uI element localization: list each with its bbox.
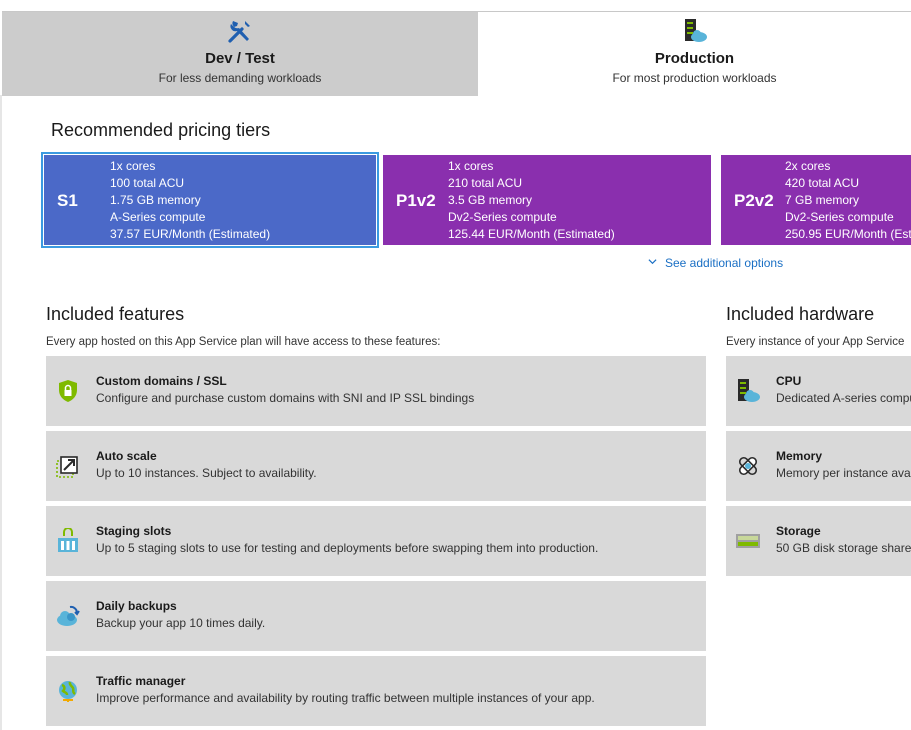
tier-name: P2v2 <box>734 191 774 210</box>
included-hardware-title: Included hardware <box>726 304 875 324</box>
cloud-backup-icon <box>57 605 80 626</box>
tab-dev-test-title: Dev / Test <box>205 50 275 67</box>
tier-spec-price: 37.57 EUR/Month (Estimated) <box>110 227 271 241</box>
feature-card-staging-slots: Staging slots Up to 5 staging slots to u… <box>46 506 706 576</box>
tab-production-title: Production <box>654 50 735 67</box>
tier-card-p1v2[interactable]: P1v2 1x cores 210 total ACU 3.5 GB memor… <box>383 155 711 245</box>
hardware-card-storage: Storage 50 GB disk storage shared <box>726 506 911 576</box>
included-hardware-description: Every instance of your App Service <box>726 336 905 348</box>
included-features-title: Included features <box>46 304 185 324</box>
tier-spec-acu: 100 total ACU <box>110 176 185 190</box>
shield-lock-icon <box>59 380 77 402</box>
tools-icon <box>228 21 250 43</box>
feature-title: Staging slots <box>96 524 172 538</box>
hardware-description: 50 GB disk storage shared <box>776 541 911 555</box>
hardware-description: Dedicated A-series compu <box>776 391 911 405</box>
tier-spec-cores: 1x cores <box>448 159 494 173</box>
tab-production-subtitle: For most production workloads <box>612 71 777 85</box>
feature-title: Auto scale <box>96 449 157 463</box>
feature-card-auto-scale: Auto scale Up to 10 instances. Subject t… <box>46 431 706 501</box>
tier-spec-price: 125.44 EUR/Month (Estimated) <box>448 227 615 241</box>
hardware-title: CPU <box>776 374 802 388</box>
tier-spec-compute: Dv2-Series compute <box>448 210 557 224</box>
hardware-title: Storage <box>776 524 821 538</box>
recommended-tiers-title: Recommended pricing tiers <box>51 120 271 140</box>
tab-production[interactable]: Production For most production workloads <box>478 12 911 96</box>
autoscale-icon <box>56 456 78 478</box>
feature-description: Configure and purchase custom domains wi… <box>96 391 475 405</box>
feature-title: Custom domains / SSL <box>96 374 227 388</box>
tier-spec-cores: 1x cores <box>110 159 156 173</box>
included-features-description: Every app hosted on this App Service pla… <box>46 336 441 348</box>
staging-slots-icon <box>58 528 78 552</box>
feature-card-traffic-manager: Traffic manager Improve performance and … <box>46 656 706 726</box>
left-divider <box>0 95 2 730</box>
hardware-card-memory: Memory Memory per instance avai <box>726 431 911 501</box>
hardware-card-cpu: CPU Dedicated A-series compu <box>726 356 911 426</box>
feature-description: Up to 10 instances. Subject to availabil… <box>96 466 317 480</box>
tier-spec-compute: Dv2-Series compute <box>785 210 894 224</box>
feature-description: Backup your app 10 times daily. <box>96 616 266 630</box>
server-cloud-icon <box>684 19 707 42</box>
see-additional-options-label: See additional options <box>665 256 784 270</box>
globe-icon <box>59 681 77 702</box>
tier-name: S1 <box>57 191 78 210</box>
tier-spec-acu: 420 total ACU <box>785 176 860 190</box>
tier-specs: 1x cores 100 total ACU 1.75 GB memory A-… <box>110 158 270 243</box>
feature-title: Traffic manager <box>96 674 186 688</box>
tier-spec-compute: A-Series compute <box>110 210 206 224</box>
tier-spec-memory: 7 GB memory <box>785 193 860 207</box>
chevron-down-icon <box>648 259 657 265</box>
see-additional-options-link[interactable]: See additional options <box>648 256 783 270</box>
tier-card-s1[interactable]: S1 1x cores 100 total ACU 1.75 GB memory… <box>41 152 379 248</box>
cpu-server-icon <box>738 379 760 402</box>
feature-card-daily-backups: Daily backups Backup your app 10 times d… <box>46 581 706 651</box>
tier-spec-acu: 210 total ACU <box>448 176 523 190</box>
tier-spec-memory: 3.5 GB memory <box>448 193 533 207</box>
tier-spec-cores: 2x cores <box>785 159 831 173</box>
tier-specs: 2x cores 420 total ACU 7 GB memory Dv2-S… <box>785 158 911 243</box>
feature-card-custom-domains: Custom domains / SSL Configure and purch… <box>46 356 706 426</box>
feature-description: Improve performance and availability by … <box>96 691 595 705</box>
feature-title: Daily backups <box>96 599 177 613</box>
tier-category-tabs: Dev / Test For less demanding workloads … <box>2 11 911 96</box>
tab-dev-test-subtitle: For less demanding workloads <box>158 71 322 85</box>
feature-description: Up to 5 staging slots to use for testing… <box>96 541 599 555</box>
tier-name: P1v2 <box>396 191 436 210</box>
hardware-title: Memory <box>776 449 823 463</box>
tier-specs: 1x cores 210 total ACU 3.5 GB memory Dv2… <box>448 158 615 243</box>
tier-spec-memory: 1.75 GB memory <box>110 193 201 207</box>
tab-dev-test[interactable]: Dev / Test For less demanding workloads <box>2 12 478 96</box>
hardware-description: Memory per instance avai <box>776 466 911 480</box>
storage-disk-icon <box>736 534 760 548</box>
memory-icon <box>738 456 758 476</box>
tier-card-p2v2[interactable]: P2v2 2x cores 420 total ACU 7 GB memory … <box>721 155 911 245</box>
tier-spec-price: 250.95 EUR/Month (Estimated) <box>785 227 911 241</box>
